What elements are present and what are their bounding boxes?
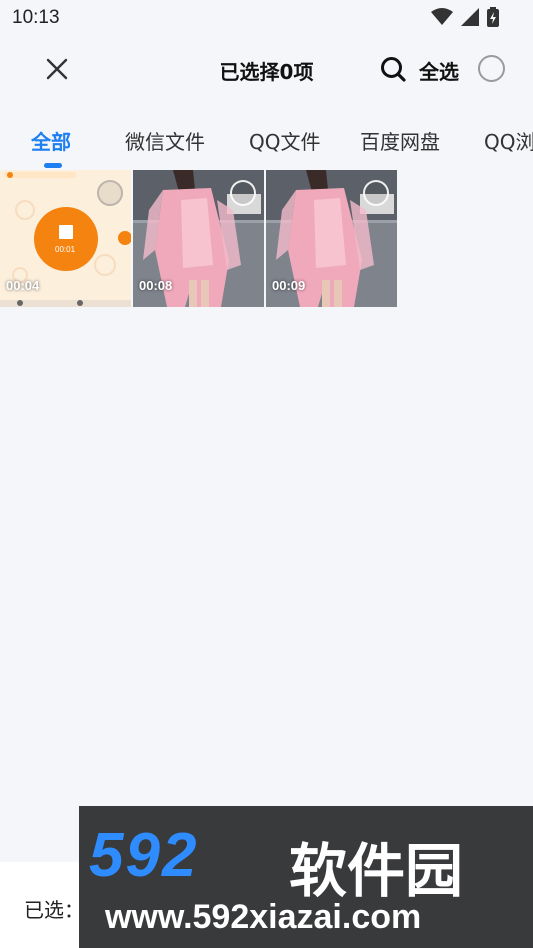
tab-indicator <box>44 163 62 168</box>
video-thumbnail[interactable]: 00:08 <box>133 170 264 307</box>
watermark-brand-cn: 软件园 <box>289 837 464 905</box>
wifi-icon <box>431 8 453 25</box>
source-tabs: 全部 微信文件 QQ文件 百度网盘 QQ浏 <box>0 120 533 170</box>
selected-count-label: 已选： <box>24 898 84 922</box>
battery-icon <box>487 7 499 27</box>
select-checkbox[interactable] <box>230 180 256 206</box>
tab-all[interactable]: 全部 <box>31 126 71 155</box>
search-icon <box>381 57 406 82</box>
select-checkbox[interactable] <box>363 180 389 206</box>
select-all-label[interactable]: 全选 <box>419 56 459 85</box>
video-duration: 00:08 <box>139 278 173 293</box>
tab-qq-browser[interactable]: QQ浏 <box>484 126 533 155</box>
status-bar: 10:13 <box>0 0 533 36</box>
cell-signal-icon <box>461 8 479 26</box>
video-grid: 00:01 00:04 00:08 00:09 <box>0 170 533 310</box>
video-thumbnail[interactable]: 00:09 <box>266 170 397 307</box>
select-checkbox[interactable] <box>97 180 123 206</box>
watermark-brand: 592 <box>89 821 199 890</box>
tab-wechat-files[interactable]: 微信文件 <box>125 126 205 155</box>
select-all-radio[interactable] <box>478 55 505 82</box>
tab-qq-files[interactable]: QQ文件 <box>249 126 320 155</box>
tab-baidu-netdisk[interactable]: 百度网盘 <box>360 126 440 155</box>
search-button[interactable] <box>378 54 408 84</box>
status-icons <box>431 7 499 27</box>
video-duration: 00:04 <box>6 278 40 293</box>
video-thumbnail[interactable]: 00:01 00:04 <box>0 170 131 307</box>
watermark-overlay: 592 软件园 www.592xiazai.com <box>79 806 533 948</box>
video-duration: 00:09 <box>272 278 306 293</box>
recorder-timer: 00:01 <box>55 245 76 254</box>
top-bar: 已选择0项 全选 <box>0 36 533 106</box>
status-time: 10:13 <box>12 7 60 28</box>
watermark-url: www.592xiazai.com <box>105 898 422 936</box>
